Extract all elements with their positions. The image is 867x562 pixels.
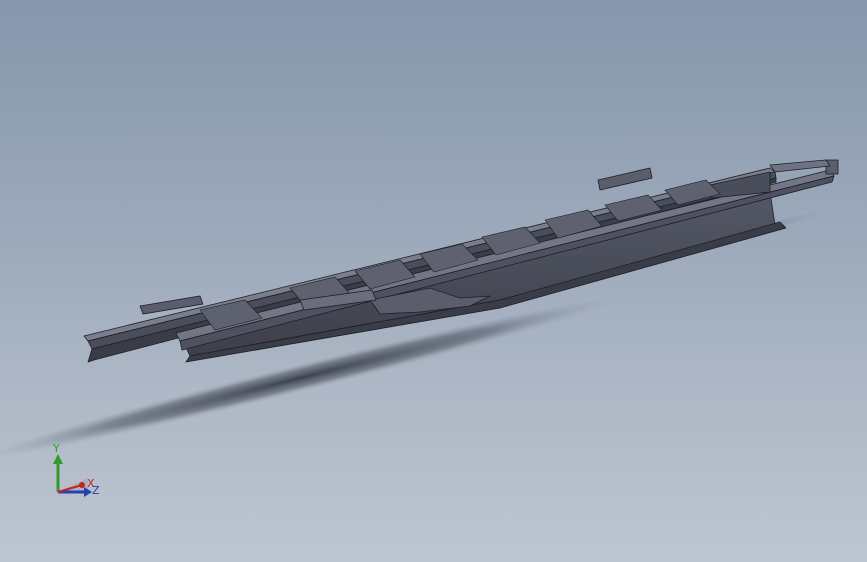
axis-z-label: Z [92,484,100,497]
axis-y-label: Y [53,442,60,455]
coordinate-triad-icon[interactable]: Y X Z [44,440,114,510]
chassis-frame-model[interactable] [0,0,867,562]
graphics-viewport[interactable]: Y X Z [0,0,867,562]
